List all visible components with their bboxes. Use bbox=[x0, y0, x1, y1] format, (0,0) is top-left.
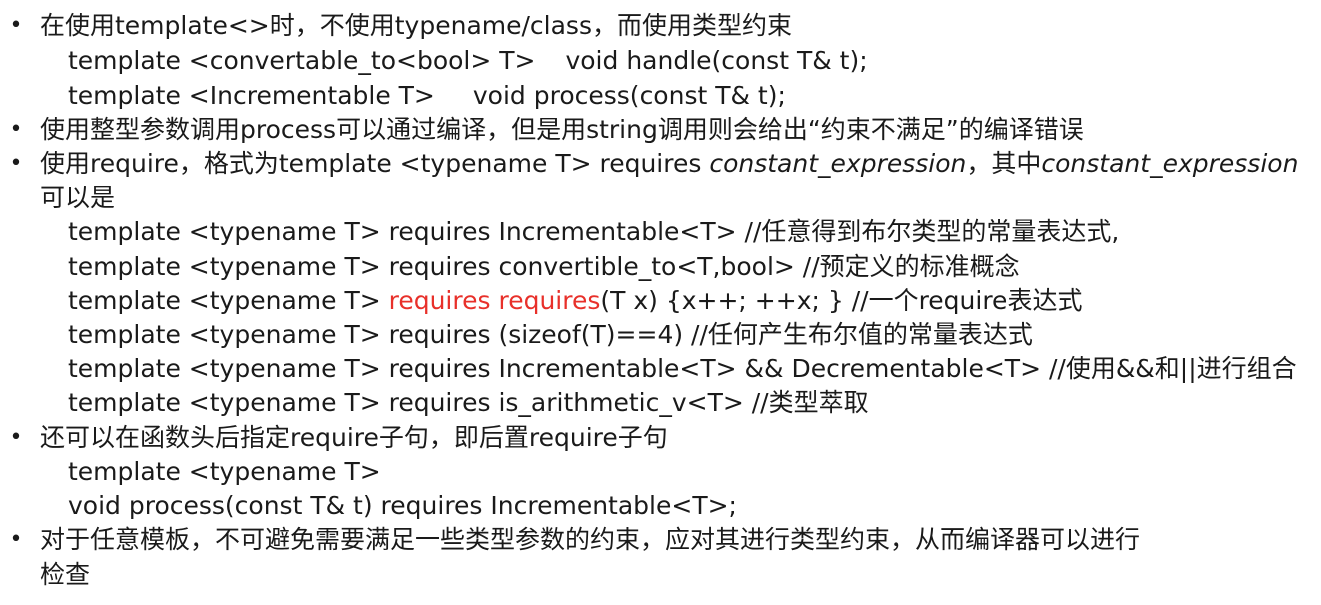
code-line: void process(const T& t) requires Increm… bbox=[68, 491, 737, 520]
bullet-3-part: ，其中 bbox=[966, 149, 1042, 178]
bullet-3-text: 使用require，格式为template <typename T> requi… bbox=[40, 148, 1298, 180]
bullet-4-text: 还可以在函数头后指定require子句，即后置require子句 bbox=[40, 423, 668, 452]
term-constant-expression: constant_expression bbox=[1041, 149, 1299, 178]
example-line: template <typename T> requires Increment… bbox=[68, 354, 1297, 383]
code-line-convertable: template <convertable_to<bool> T> void ha… bbox=[68, 45, 868, 77]
code-template-decl: template <convertable_to<bool> T> bbox=[68, 46, 536, 75]
bullet-5-continuation: 检查 bbox=[40, 560, 91, 589]
example-line: template <typename T> requires is_arithm… bbox=[68, 388, 869, 417]
bullet-marker: • bbox=[9, 117, 23, 142]
bullet-marker: • bbox=[9, 527, 23, 552]
slide: • 在使用template<>时，不使用typename/class，而使用类型… bbox=[0, 0, 1321, 605]
bullet-marker: • bbox=[9, 151, 23, 176]
code-function-decl: void handle(const T& t); bbox=[565, 46, 868, 75]
bullet-marker: • bbox=[9, 425, 23, 450]
example-suffix: (T x) {x++; ++x; } //一个require表达式 bbox=[600, 286, 1083, 315]
highlighted-requires-requires: requires requires bbox=[388, 286, 601, 315]
example-line: template <typename T> requires (sizeof(T… bbox=[68, 320, 1033, 349]
bullet-5-text: 对于任意模板，不可避免需要满足一些类型参数的约束，应对其进行类型约束，从而编译器… bbox=[40, 525, 1141, 554]
code-line-incrementable: template <Incrementable T> void process(c… bbox=[68, 80, 786, 112]
code-line: template <typename T> bbox=[68, 457, 381, 486]
bullet-1-text: 在使用template<>时，不使用typename/class，而使用类型约束 bbox=[40, 11, 792, 40]
bullet-marker: • bbox=[9, 13, 23, 38]
example-line: template <typename T> requires Increment… bbox=[68, 217, 1120, 246]
example-line: template <typename T> requires requires(… bbox=[68, 285, 1082, 317]
example-line: template <typename T> requires convertib… bbox=[68, 252, 1020, 281]
term-constant-expression: constant_expression bbox=[709, 149, 967, 178]
bullet-3-continuation: 可以是 bbox=[40, 183, 116, 212]
bullet-2-text: 使用整型参数调用process可以通过编译，但是用string调用则会给出“约束… bbox=[40, 115, 1084, 144]
bullet-3-part: 使用require，格式为template <typename T> requi… bbox=[40, 149, 710, 178]
code-template-decl: template <Incrementable T> bbox=[68, 81, 435, 110]
code-function-decl: void process(const T& t); bbox=[472, 81, 786, 110]
example-prefix: template <typename T> bbox=[68, 286, 389, 315]
